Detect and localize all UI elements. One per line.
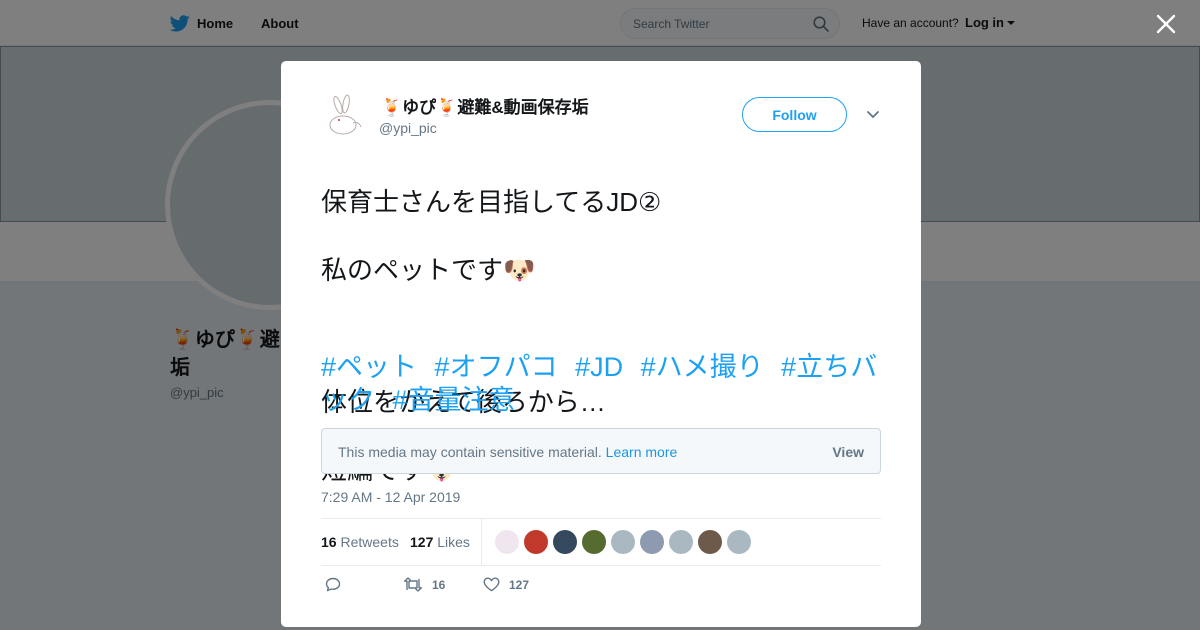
- retweet-icon: [403, 577, 423, 592]
- author-handle[interactable]: @ypi_pic: [379, 120, 437, 136]
- liker-avatar-list: [495, 530, 751, 554]
- liker-avatar[interactable]: [553, 530, 577, 554]
- tweet-text-line: 保育士さんを目指してるJD②: [321, 187, 662, 217]
- likes-label: Likes: [437, 534, 470, 550]
- liker-avatar[interactable]: [495, 530, 519, 554]
- retweet-action-count: 16: [432, 577, 446, 592]
- stats-divider: [481, 519, 482, 565]
- tweet-text-spacer: [321, 321, 881, 351]
- liker-avatar[interactable]: [727, 530, 751, 554]
- reply-button[interactable]: [325, 577, 341, 592]
- hashtag-link[interactable]: #ペット: [321, 352, 417, 382]
- liker-avatar[interactable]: [669, 530, 693, 554]
- view-media-button[interactable]: View: [832, 444, 864, 460]
- retweet-button[interactable]: 16: [403, 577, 445, 592]
- liker-avatar[interactable]: [582, 530, 606, 554]
- rabbit-avatar-icon: [321, 93, 369, 141]
- retweet-stat[interactable]: 16 Retweets: [321, 534, 399, 550]
- heart-icon: [483, 577, 500, 592]
- author-name[interactable]: 🍹ゆぴ🍹避難&動画保存垢: [381, 93, 589, 118]
- follow-button[interactable]: Follow: [742, 97, 847, 132]
- retweets-label: Retweets: [340, 534, 399, 550]
- chevron-down-icon[interactable]: [866, 110, 880, 120]
- like-count: 127: [410, 534, 434, 550]
- liker-avatar[interactable]: [611, 530, 635, 554]
- liker-avatar[interactable]: [524, 530, 548, 554]
- like-button[interactable]: 127: [483, 577, 529, 592]
- tweet-stats: 16 Retweets 127 Likes: [321, 518, 881, 566]
- retweet-count: 16: [321, 534, 337, 550]
- hashtag-link[interactable]: #JD: [575, 352, 623, 382]
- tweet-timestamp[interactable]: 7:29 AM - 12 Apr 2019: [321, 489, 460, 505]
- learn-more-link[interactable]: Learn more: [606, 444, 678, 460]
- author-avatar[interactable]: [321, 93, 369, 141]
- close-icon[interactable]: [1155, 13, 1177, 35]
- reply-icon: [325, 577, 341, 592]
- tweet-text-line: 私のペットです🐶: [321, 255, 536, 285]
- hashtag-link[interactable]: #ハメ撮り: [641, 352, 764, 382]
- hashtag-list: #ペット #オフパコ #JD #ハメ撮り #立ちバック #音量注意: [321, 351, 881, 417]
- hashtag-link[interactable]: #音量注意: [393, 385, 516, 415]
- sensitive-message-text: This media may contain sensitive materia…: [338, 444, 602, 460]
- like-action-count: 127: [509, 577, 530, 592]
- tweet-modal: 🍹ゆぴ🍹避難&動画保存垢 @ypi_pic Follow 保育士さんを目指してる…: [281, 61, 921, 627]
- sensitive-media-notice: This media may contain sensitive materia…: [321, 428, 881, 474]
- liker-avatar[interactable]: [640, 530, 664, 554]
- liker-avatar[interactable]: [698, 530, 722, 554]
- tweet-actions: 16 127: [321, 577, 881, 597]
- like-stat[interactable]: 127 Likes: [410, 534, 470, 550]
- hashtag-link[interactable]: #オフパコ: [435, 352, 558, 382]
- sensitive-message: This media may contain sensitive materia…: [338, 444, 677, 460]
